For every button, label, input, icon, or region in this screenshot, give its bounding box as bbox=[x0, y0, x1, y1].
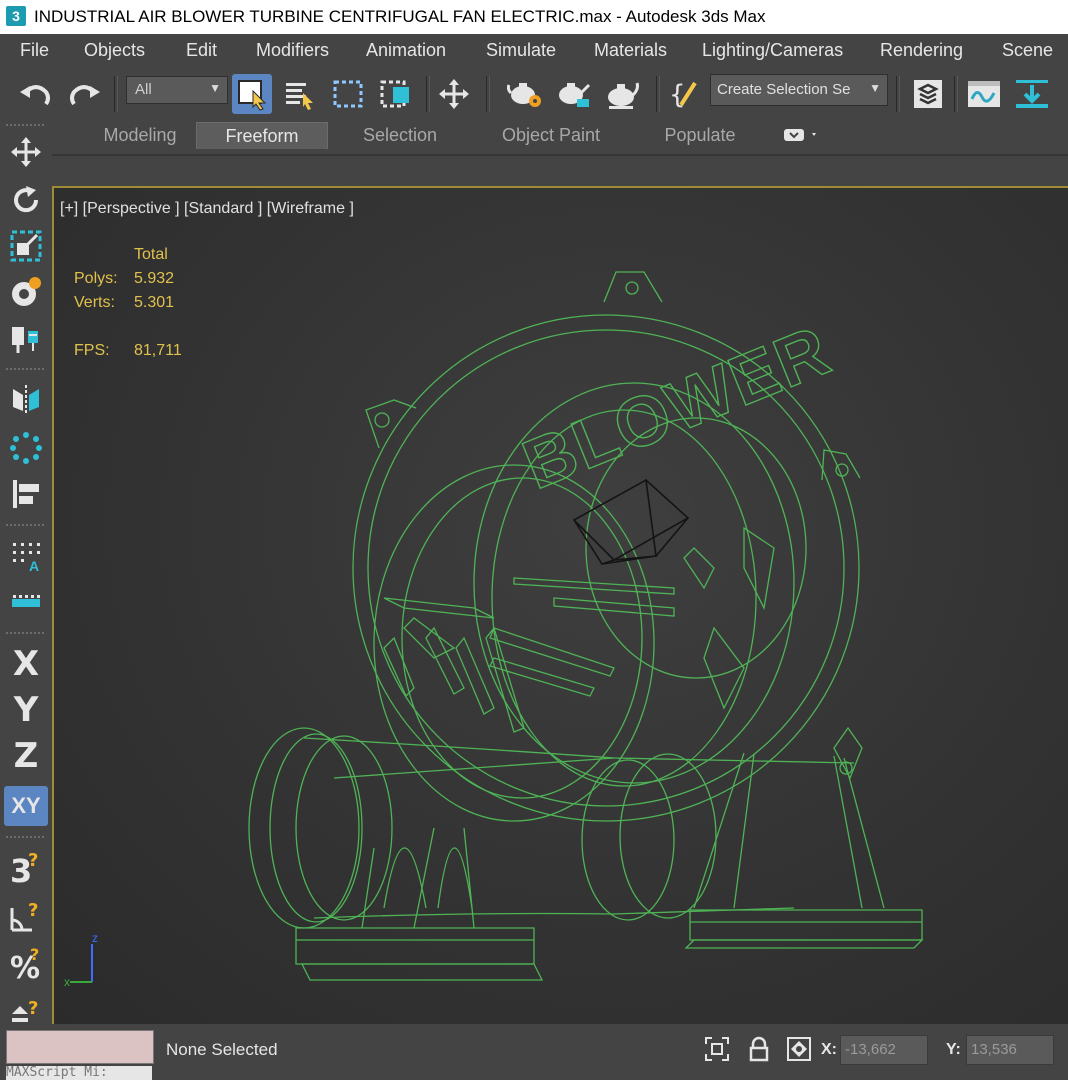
menu-edit[interactable]: Edit bbox=[186, 40, 217, 61]
curve-editor-icon[interactable] bbox=[964, 74, 1004, 114]
menu-file[interactable]: File bbox=[20, 40, 49, 61]
move-icon[interactable] bbox=[434, 74, 474, 114]
svg-text:?: ? bbox=[30, 946, 39, 964]
menu-bar: File Objects Edit Modifiers Animation Si… bbox=[0, 34, 1068, 66]
axis-y-button[interactable]: Y bbox=[4, 690, 48, 730]
tab-modeling[interactable]: Modeling bbox=[90, 122, 190, 148]
select-by-name-icon[interactable] bbox=[280, 74, 320, 114]
named-selection-set-dropdown[interactable]: Create Selection Se ▼ bbox=[710, 74, 888, 106]
align-icon[interactable] bbox=[4, 474, 48, 514]
render-setup-icon[interactable] bbox=[506, 74, 546, 114]
clone-icon[interactable] bbox=[4, 582, 48, 622]
ribbon-options-icon[interactable] bbox=[782, 126, 822, 144]
edit-named-selection-icon[interactable]: { bbox=[664, 74, 704, 114]
ribbon-tabs: Modeling Freeform Selection Object Paint… bbox=[52, 118, 1068, 156]
array-icon[interactable] bbox=[4, 428, 48, 468]
rendered-frame-icon[interactable] bbox=[554, 74, 594, 114]
menu-scene[interactable]: Scene bbox=[1002, 40, 1053, 61]
layer-explorer-icon[interactable] bbox=[908, 74, 948, 114]
move-icon[interactable] bbox=[4, 132, 48, 172]
redo-icon[interactable] bbox=[64, 74, 104, 114]
app-icon[interactable]: 3 bbox=[6, 6, 26, 26]
y-coord-label: Y: bbox=[946, 1041, 961, 1058]
scale-icon[interactable] bbox=[4, 226, 48, 266]
toolbar-separator bbox=[6, 124, 44, 127]
main-toolbar: All ▼ { Create Selection Se ▼ bbox=[0, 66, 1068, 119]
blower-wireframe-model[interactable]: BLOWER z x bbox=[54, 188, 1068, 1024]
mirror-icon[interactable] bbox=[4, 380, 48, 420]
tab-populate[interactable]: Populate bbox=[648, 122, 752, 148]
isolate-selection-icon[interactable] bbox=[702, 1034, 732, 1064]
svg-text:A: A bbox=[29, 558, 39, 573]
axis-z-button[interactable]: Z bbox=[4, 736, 48, 776]
toolbar-separator bbox=[954, 76, 958, 112]
lock-icon[interactable] bbox=[744, 1034, 774, 1064]
toolbar-separator bbox=[486, 76, 490, 112]
window-crossing-icon[interactable] bbox=[376, 74, 416, 114]
place-icon[interactable] bbox=[4, 272, 48, 312]
toolbar-separator bbox=[426, 76, 430, 112]
menu-animation[interactable]: Animation bbox=[366, 40, 446, 61]
axis-x-button[interactable]: X bbox=[4, 644, 48, 684]
x-coord-field[interactable]: -13,662 bbox=[840, 1035, 928, 1065]
toggle-ribbon-icon[interactable] bbox=[1012, 74, 1052, 114]
svg-text:?: ? bbox=[28, 850, 38, 871]
status-bar: MAXScript Mi: None Selected X: -13,662 Y… bbox=[0, 1024, 1068, 1080]
toolbar-separator bbox=[6, 524, 44, 527]
left-command-toolbar: A X Y Z XY 3? ? %? ? bbox=[0, 118, 52, 1030]
render-icon[interactable] bbox=[602, 74, 642, 114]
perspective-viewport[interactable]: [+] [Perspective ] [Standard ] [Wirefram… bbox=[52, 186, 1068, 1026]
menu-rendering[interactable]: Rendering bbox=[880, 40, 963, 61]
chevron-down-icon: ▼ bbox=[209, 81, 221, 95]
x-coord-label: X: bbox=[821, 1041, 837, 1058]
rectangular-selection-icon[interactable] bbox=[328, 74, 368, 114]
spacing-icon[interactable]: A bbox=[4, 536, 48, 576]
svg-text:x: x bbox=[64, 975, 70, 989]
rotate-icon[interactable] bbox=[4, 180, 48, 220]
toolbar-separator bbox=[6, 632, 44, 635]
window-title: INDUSTRIAL AIR BLOWER TURBINE CENTRIFUGA… bbox=[34, 7, 766, 26]
selection-status: None Selected bbox=[166, 1040, 278, 1059]
axis-gizmo: z x bbox=[64, 931, 98, 989]
angle-snap-icon[interactable]: ? bbox=[4, 896, 48, 936]
absolute-mode-icon[interactable] bbox=[784, 1034, 814, 1064]
named-selection-set-value: Create Selection Se bbox=[717, 81, 851, 98]
menu-objects[interactable]: Objects bbox=[84, 40, 145, 61]
menu-materials[interactable]: Materials bbox=[594, 40, 667, 61]
selection-filter-dropdown[interactable]: All ▼ bbox=[126, 76, 228, 104]
svg-text:z: z bbox=[92, 931, 98, 945]
maxscript-mini-listener[interactable]: MAXScript Mi: bbox=[6, 1066, 152, 1080]
blower-lettering: BLOWER bbox=[512, 311, 841, 504]
selection-cube bbox=[572, 479, 690, 565]
selection-filter-value: All bbox=[135, 81, 152, 98]
y-coord-field[interactable]: 13,536 bbox=[966, 1035, 1054, 1065]
toolbar-separator bbox=[896, 76, 900, 112]
svg-text:?: ? bbox=[28, 900, 38, 921]
menu-modifiers[interactable]: Modifiers bbox=[256, 40, 329, 61]
chevron-down-icon: ▼ bbox=[869, 81, 881, 95]
menu-simulate[interactable]: Simulate bbox=[486, 40, 556, 61]
tab-object-paint[interactable]: Object Paint bbox=[484, 122, 618, 148]
snaps-toggle-icon[interactable]: 3? bbox=[4, 848, 48, 888]
title-bar: 3 INDUSTRIAL AIR BLOWER TURBINE CENTRIFU… bbox=[0, 0, 1068, 35]
toolbar-separator bbox=[6, 836, 44, 839]
toolbar-separator bbox=[656, 76, 660, 112]
undo-icon[interactable] bbox=[16, 74, 56, 114]
toolbar-separator bbox=[114, 76, 118, 112]
toolbar-separator bbox=[6, 368, 44, 371]
svg-text:{: { bbox=[669, 80, 686, 110]
snap-icon[interactable] bbox=[4, 318, 48, 358]
menu-lighting-cameras[interactable]: Lighting/Cameras bbox=[702, 40, 843, 61]
axis-xy-button[interactable]: XY bbox=[4, 786, 48, 826]
svg-text:?: ? bbox=[28, 998, 38, 1019]
tab-selection[interactable]: Selection bbox=[342, 122, 458, 148]
select-object-icon[interactable] bbox=[232, 74, 272, 114]
tab-freeform[interactable]: Freeform bbox=[196, 122, 328, 149]
maxscript-listener-input[interactable] bbox=[6, 1030, 154, 1064]
percent-snap-icon[interactable]: %? bbox=[4, 944, 48, 984]
